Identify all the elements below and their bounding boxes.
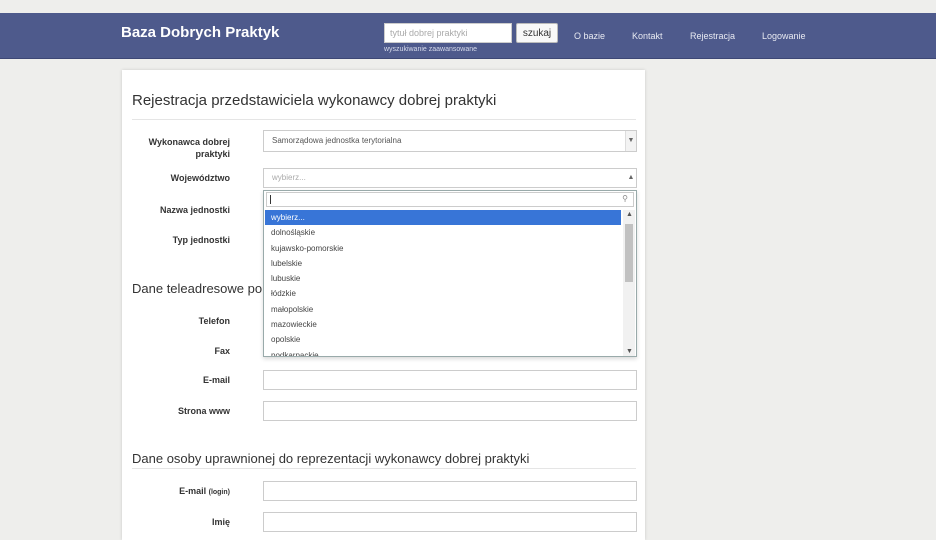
dropdown-option[interactable]: wybierz... [265,210,621,226]
dropdown-list: wybierz... dolnośląskie kujawsko-pomorsk… [265,210,621,356]
dropdown-option[interactable]: mazowieckie [265,317,621,332]
contractor-selected-value: Samorządowa jednostka terytorialna [272,136,402,145]
unit-name-label: Nazwa jednostki [159,205,230,215]
title-divider [132,119,636,120]
nav-contact[interactable]: Kontakt [632,31,663,41]
dropdown-search-input[interactable]: ⚲ [266,192,634,207]
website-label: Strona www [177,406,230,416]
scrollbar-thumb[interactable] [625,224,633,282]
dropdown-option[interactable]: małopolskie [265,302,621,317]
nav-register[interactable]: Rejestracja [690,31,735,41]
navbar: Baza Dobrych Praktyk szukaj wyszukiwanie… [0,13,936,59]
page-title: Rejestracja przedstawiciela wykonawcy do… [132,92,497,109]
email-label: E-mail [202,375,230,385]
rep-email-label: E-mail (login) [130,485,230,499]
fax-label: Fax [214,346,230,356]
login-hint: (login) [208,489,230,496]
brand-logo[interactable]: Baza Dobrych Praktyk [121,24,279,41]
contractor-select[interactable]: Samorządowa jednostka terytorialna ▼ [263,130,637,152]
dropdown-option[interactable]: lubuskie [265,271,621,286]
representative-section-heading: Dane osoby uprawnionej do reprezentacji … [132,451,530,466]
advanced-search-link[interactable]: wyszukiwanie zaawansowane [384,46,477,53]
representative-divider [132,468,636,469]
voivodeship-placeholder: wybierz... [272,173,306,182]
rep-email-input[interactable] [263,481,637,501]
voivodeship-select[interactable]: wybierz... ▲ [263,168,637,188]
contractor-label-line-1: Wykonawca dobrej [148,137,230,147]
search-icon: ⚲ [622,194,628,203]
website-input[interactable] [263,401,637,421]
scroll-down-icon[interactable]: ▼ [626,348,633,355]
dropdown-option[interactable]: podkarpackie [265,348,621,356]
email-input[interactable] [263,370,637,390]
scroll-up-icon[interactable]: ▲ [626,211,633,218]
dropdown-option[interactable]: opolskie [265,332,621,347]
chevron-up-icon[interactable]: ▲ [626,169,636,187]
chevron-down-icon[interactable]: ▼ [625,131,636,151]
search-button[interactable]: szukaj [516,23,558,43]
contact-section-heading: Dane teleadresowe po [132,281,263,296]
voivodeship-label: Województwo [170,173,230,183]
first-name-label: Imię [211,517,230,527]
first-name-input[interactable] [263,512,637,532]
dropdown-option[interactable]: lubelskie [265,256,621,271]
contractor-label: Wykonawca dobrej praktyki [130,136,230,160]
search-input[interactable] [384,23,512,43]
voivodeship-dropdown[interactable]: ⚲ wybierz... dolnośląskie kujawsko-pomor… [263,190,637,357]
unit-type-label: Typ jednostki [172,235,230,245]
dropdown-scrollbar[interactable]: ▲ ▼ [623,210,635,356]
nav-about[interactable]: O bazie [574,31,605,41]
dropdown-option[interactable]: łódzkie [265,286,621,301]
dropdown-option[interactable]: kujawsko-pomorskie [265,241,621,256]
phone-label: Telefon [198,316,230,326]
rep-email-label-text: E-mail [179,486,207,496]
nav-login[interactable]: Logowanie [762,31,806,41]
text-caret [270,195,271,204]
contractor-label-line-2: praktyki [195,149,230,159]
dropdown-option[interactable]: dolnośląskie [265,225,621,240]
